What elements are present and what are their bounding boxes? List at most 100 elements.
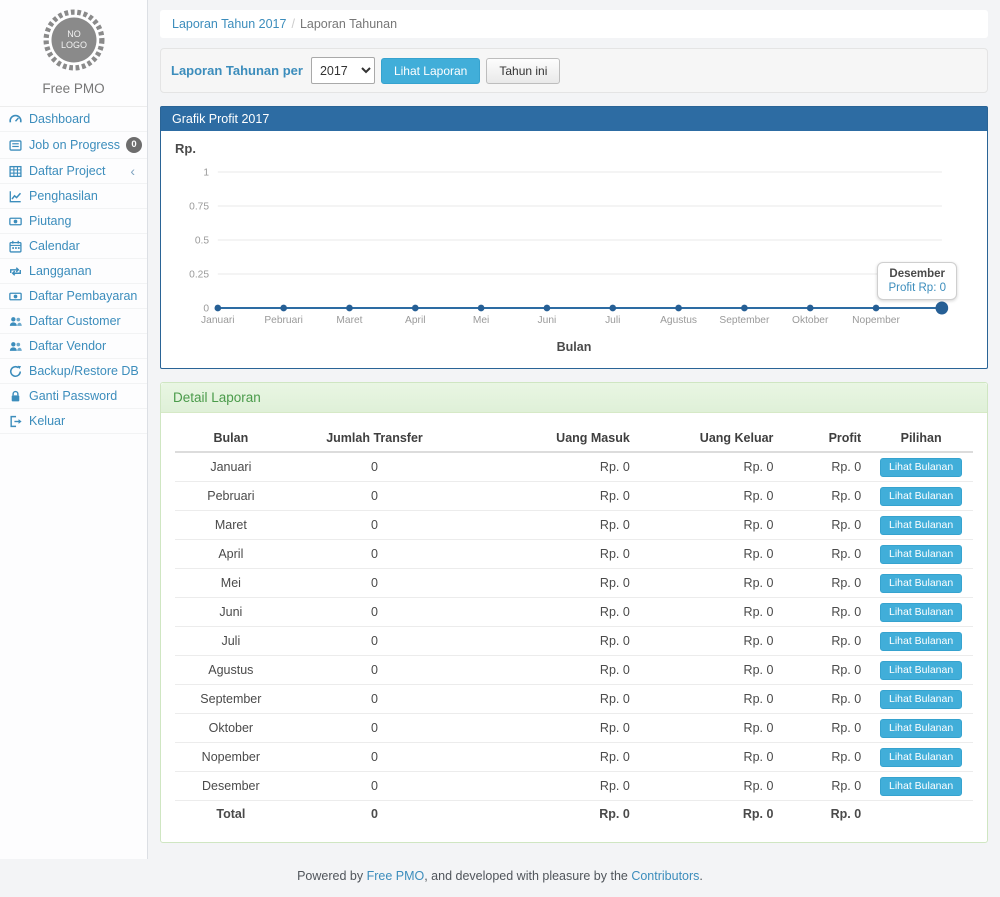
tahun-ini-button[interactable]: Tahun ini — [486, 58, 560, 84]
action-cell: Lihat Bulanan — [869, 598, 973, 627]
dashboard-icon — [9, 113, 23, 126]
table-row: Pebruari0Rp. 0Rp. 0Rp. 0Lihat Bulanan — [175, 482, 973, 511]
total-cell: Rp. 0 — [462, 801, 638, 826]
y-tick-label: 0.25 — [189, 269, 209, 280]
lihat-laporan-button[interactable]: Lihat Laporan — [381, 58, 480, 84]
action-cell: Lihat Bulanan — [869, 540, 973, 569]
lihat-bulanan-button[interactable]: Lihat Bulanan — [880, 777, 962, 796]
action-cell: Lihat Bulanan — [869, 511, 973, 540]
cell: Rp. 0 — [781, 482, 869, 511]
sidebar-item-daftar-vendor[interactable]: Daftar Vendor — [0, 334, 147, 359]
sidebar-item-label: Job on Progress — [29, 138, 120, 152]
table-icon — [9, 165, 23, 178]
action-cell: Lihat Bulanan — [869, 569, 973, 598]
cell: Rp. 0 — [462, 569, 638, 598]
x-axis-title: Bulan — [175, 336, 973, 360]
cell: Agustus — [175, 656, 287, 685]
cell: Rp. 0 — [781, 569, 869, 598]
main-content: Laporan Tahun 2017/Laporan Tahunan Lapor… — [148, 0, 1000, 859]
cell: 0 — [287, 598, 463, 627]
sidebar-item-label: Daftar Customer — [29, 314, 121, 328]
sidebar-item-ganti-password[interactable]: Ganti Password — [0, 384, 147, 409]
count-badge: 0 — [126, 137, 142, 153]
brand-name: Free PMO — [0, 81, 147, 96]
cell: Rp. 0 — [638, 540, 782, 569]
x-tick-label: Juli — [605, 315, 620, 326]
cell: Rp. 0 — [781, 772, 869, 801]
sidebar-item-daftar-customer[interactable]: Daftar Customer — [0, 309, 147, 334]
cell: 0 — [287, 569, 463, 598]
cell: Rp. 0 — [781, 685, 869, 714]
cell: Rp. 0 — [462, 540, 638, 569]
footer: Powered by Free PMO, and developed with … — [0, 859, 1000, 897]
table-row: Maret0Rp. 0Rp. 0Rp. 0Lihat Bulanan — [175, 511, 973, 540]
cell: Rp. 0 — [638, 714, 782, 743]
lihat-bulanan-button[interactable]: Lihat Bulanan — [880, 545, 962, 564]
cell: Juli — [175, 627, 287, 656]
lihat-bulanan-button[interactable]: Lihat Bulanan — [880, 748, 962, 767]
breadcrumb: Laporan Tahun 2017/Laporan Tahunan — [160, 10, 988, 38]
lihat-bulanan-button[interactable]: Lihat Bulanan — [880, 458, 962, 477]
y-tick-label: 0.75 — [189, 201, 209, 212]
sidebar-item-label: Ganti Password — [29, 389, 117, 403]
cell: 0 — [287, 714, 463, 743]
cell: Rp. 0 — [638, 598, 782, 627]
cell: 0 — [287, 511, 463, 540]
table-row: Nopember0Rp. 0Rp. 0Rp. 0Lihat Bulanan — [175, 743, 973, 772]
table-row: Agustus0Rp. 0Rp. 0Rp. 0Lihat Bulanan — [175, 656, 973, 685]
no-logo-icon: NO LOGO — [42, 8, 106, 72]
cell: Rp. 0 — [638, 482, 782, 511]
sidebar-item-penghasilan[interactable]: Penghasilan — [0, 184, 147, 209]
column-header: Uang Keluar — [638, 425, 782, 452]
cell: Rp. 0 — [781, 452, 869, 482]
sidebar-item-calendar[interactable]: Calendar — [0, 234, 147, 259]
footer-text-prefix: Powered by — [297, 869, 366, 883]
sidebar-item-label: Penghasilan — [29, 189, 98, 203]
sidebar-item-piutang[interactable]: Piutang — [0, 209, 147, 234]
chart-panel-title: Grafik Profit 2017 — [161, 107, 987, 131]
lihat-bulanan-button[interactable]: Lihat Bulanan — [880, 661, 962, 680]
profit-chart-panel: Grafik Profit 2017 Rp. 00.250.50.751Janu… — [160, 106, 988, 369]
cell: Rp. 0 — [462, 743, 638, 772]
sidebar-item-daftar-pembayaran[interactable]: Daftar Pembayaran — [0, 284, 147, 309]
breadcrumb-link-laporan-tahun[interactable]: Laporan Tahun 2017 — [172, 17, 286, 31]
sidebar-item-backup-restore-db[interactable]: Backup/Restore DB — [0, 359, 147, 384]
data-point-Maret — [346, 305, 353, 312]
x-tick-label: Juni — [538, 315, 557, 326]
x-tick-label: Pebruari — [264, 315, 303, 326]
y-tick-label: 1 — [203, 167, 209, 178]
lihat-bulanan-button[interactable]: Lihat Bulanan — [880, 516, 962, 535]
sidebar-item-label: Piutang — [29, 214, 71, 228]
contributors-link[interactable]: Contributors — [631, 869, 699, 883]
cell: 0 — [287, 540, 463, 569]
free-pmo-link[interactable]: Free PMO — [367, 869, 425, 883]
sidebar-item-langganan[interactable]: Langganan — [0, 259, 147, 284]
lihat-bulanan-button[interactable]: Lihat Bulanan — [880, 603, 962, 622]
cell: Rp. 0 — [638, 452, 782, 482]
lihat-bulanan-button[interactable]: Lihat Bulanan — [880, 487, 962, 506]
x-tick-label: September — [719, 315, 770, 326]
sidebar-item-keluar[interactable]: Keluar — [0, 409, 147, 434]
cell: 0 — [287, 772, 463, 801]
cell: 0 — [287, 656, 463, 685]
users-icon — [9, 340, 23, 353]
lihat-bulanan-button[interactable]: Lihat Bulanan — [880, 719, 962, 738]
x-tick-label: Januari — [201, 315, 235, 326]
lock-icon — [9, 390, 23, 403]
sidebar-item-job-on-progress[interactable]: Job on Progress 0 — [0, 132, 147, 159]
chart-area: 00.250.50.751JanuariPebruariMaretAprilMe… — [175, 158, 973, 336]
cell: Rp. 0 — [462, 656, 638, 685]
column-header: Jumlah Transfer — [287, 425, 463, 452]
data-point-September — [741, 305, 748, 312]
data-point-April — [412, 305, 419, 312]
svg-text:LOGO: LOGO — [60, 40, 86, 50]
cell: Rp. 0 — [781, 627, 869, 656]
sidebar-item-daftar-project[interactable]: Daftar Project‹ — [0, 159, 147, 184]
users-icon — [9, 315, 23, 328]
lihat-bulanan-button[interactable]: Lihat Bulanan — [880, 690, 962, 709]
lihat-bulanan-button[interactable]: Lihat Bulanan — [880, 574, 962, 593]
cell: Nopember — [175, 743, 287, 772]
lihat-bulanan-button[interactable]: Lihat Bulanan — [880, 632, 962, 651]
sidebar-item-dashboard[interactable]: Dashboard — [0, 107, 147, 132]
year-select[interactable]: 2017 — [311, 57, 375, 84]
